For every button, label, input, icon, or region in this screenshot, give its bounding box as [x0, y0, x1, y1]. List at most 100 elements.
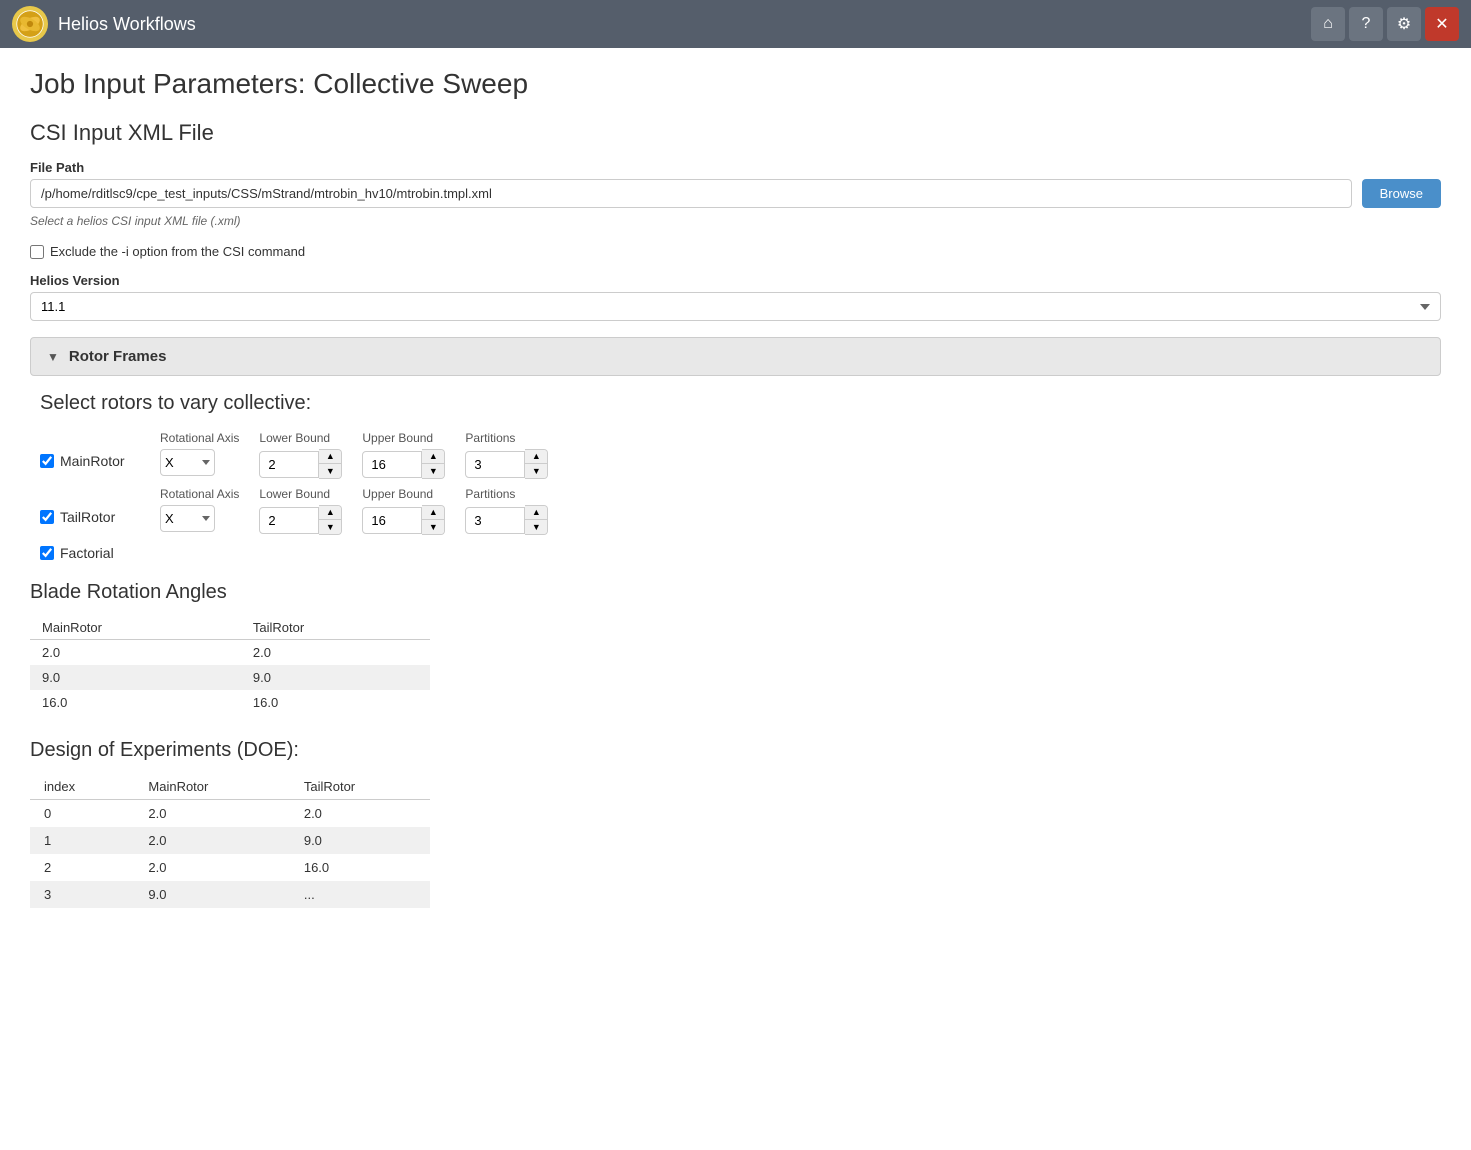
- factorial-checkbox[interactable]: [40, 546, 54, 560]
- tailrotor-lower-spinbox: ▲ ▼: [259, 505, 342, 535]
- page-content: Job Input Parameters: Collective Sweep C…: [0, 48, 1471, 928]
- exclude-checkbox-label: Exclude the -i option from the CSI comma…: [50, 244, 305, 259]
- table-row: 1: [30, 827, 134, 854]
- table-row: 16.0: [30, 690, 241, 715]
- mainrotor-label: MainRotor: [60, 453, 125, 469]
- mainrotor-partitions-group: Partitions ▲ ▼: [465, 431, 548, 479]
- tailrotor-lower-down-btn[interactable]: ▼: [319, 520, 341, 534]
- tailrotor-partitions-input[interactable]: [465, 507, 525, 534]
- tailrotor-partitions-spin-btns: ▲ ▼: [525, 505, 548, 535]
- helios-version-label: Helios Version: [30, 273, 1441, 288]
- tailrotor-checkbox[interactable]: [40, 510, 54, 524]
- doe-table: index MainRotor TailRotor 02.02.012.09.0…: [30, 774, 430, 908]
- doe-col-tailrotor: TailRotor: [290, 774, 430, 800]
- mainrotor-axis-select[interactable]: XYZ: [160, 449, 215, 476]
- topnav-icon-group: ⌂ ? ⚙ ✕: [1311, 7, 1459, 41]
- mainrotor-partitions-spin-btns: ▲ ▼: [525, 449, 548, 479]
- mainrotor-partitions-input[interactable]: [465, 451, 525, 478]
- tailrotor-lower-input[interactable]: [259, 507, 319, 534]
- tailrotor-lower-spin-btns: ▲ ▼: [319, 505, 342, 535]
- browse-button[interactable]: Browse: [1362, 179, 1441, 208]
- tailrotor-row: TailRotor Rotational Axis XYZ Lower Boun…: [40, 487, 1431, 535]
- rotor-frames-label: Rotor Frames: [69, 348, 167, 365]
- settings-icon: ⚙: [1397, 14, 1411, 34]
- factorial-row: Factorial: [40, 545, 1431, 561]
- table-row: 0: [30, 800, 134, 828]
- mainrotor-lower-input[interactable]: [259, 451, 319, 478]
- app-title: Helios Workflows: [58, 14, 1311, 35]
- settings-button[interactable]: ⚙: [1387, 7, 1421, 41]
- table-row: 2.0: [30, 640, 241, 666]
- tailrotor-partitions-down-btn[interactable]: ▼: [525, 520, 547, 534]
- mainrotor-lower-up-btn[interactable]: ▲: [319, 450, 341, 464]
- tailrotor-upper-up-btn[interactable]: ▲: [422, 506, 444, 520]
- mainrotor-partitions-up-btn[interactable]: ▲: [525, 450, 547, 464]
- file-path-row: Browse: [30, 179, 1441, 208]
- helios-version-wrapper: 11.1 11.0 10.9: [30, 292, 1441, 321]
- mainrotor-axis-label: Rotational Axis: [160, 431, 239, 445]
- mainrotor-upper-up-btn[interactable]: ▲: [422, 450, 444, 464]
- mainrotor-lower-label: Lower Bound: [259, 431, 342, 445]
- page-title: Job Input Parameters: Collective Sweep: [30, 68, 1441, 100]
- tailrotor-label: TailRotor: [60, 509, 115, 525]
- mainrotor-upper-group: Upper Bound ▲ ▼: [362, 431, 445, 479]
- mainrotor-row: MainRotor Rotational Axis XYZ Lower Boun…: [40, 431, 1431, 479]
- tailrotor-upper-spinbox: ▲ ▼: [362, 505, 445, 535]
- home-icon: ⌂: [1323, 15, 1333, 33]
- file-path-label: File Path: [30, 160, 1441, 175]
- csi-section-title: CSI Input XML File: [30, 120, 1441, 146]
- helios-version-select[interactable]: 11.1 11.0 10.9: [30, 292, 1441, 321]
- doe-section: Design of Experiments (DOE): index MainR…: [30, 739, 1441, 908]
- tailrotor-upper-down-btn[interactable]: ▼: [422, 520, 444, 534]
- mainrotor-upper-spinbox: ▲ ▼: [362, 449, 445, 479]
- file-path-hint: Select a helios CSI input XML file (.xml…: [30, 214, 1441, 228]
- table-row: 16.0: [290, 854, 430, 881]
- mainrotor-lower-spinbox: ▲ ▼: [259, 449, 342, 479]
- table-row: 9.0: [134, 881, 289, 908]
- mainrotor-axis-group: Rotational Axis XYZ: [160, 431, 239, 476]
- close-button[interactable]: ✕: [1425, 7, 1459, 41]
- tailrotor-upper-group: Upper Bound ▲ ▼: [362, 487, 445, 535]
- tailrotor-partitions-group: Partitions ▲ ▼: [465, 487, 548, 535]
- table-row: 16.0: [241, 690, 430, 715]
- factorial-label: Factorial: [60, 545, 114, 561]
- mainrotor-partitions-spinbox: ▲ ▼: [465, 449, 548, 479]
- tailrotor-partitions-up-btn[interactable]: ▲: [525, 506, 547, 520]
- blade-angles-table: MainRotor TailRotor 2.02.09.09.016.016.0: [30, 616, 430, 715]
- table-row: 9.0: [30, 665, 241, 690]
- tailrotor-axis-select[interactable]: XYZ: [160, 505, 215, 532]
- tailrotor-lower-label: Lower Bound: [259, 487, 342, 501]
- mainrotor-upper-spin-btns: ▲ ▼: [422, 449, 445, 479]
- file-path-section: File Path Browse Select a helios CSI inp…: [30, 160, 1441, 228]
- tailrotor-upper-input[interactable]: [362, 507, 422, 534]
- doe-col-mainrotor: MainRotor: [134, 774, 289, 800]
- home-button[interactable]: ⌂: [1311, 7, 1345, 41]
- mainrotor-partitions-label: Partitions: [465, 431, 548, 445]
- file-path-input[interactable]: [30, 179, 1352, 208]
- tailrotor-upper-spin-btns: ▲ ▼: [422, 505, 445, 535]
- mainrotor-upper-input[interactable]: [362, 451, 422, 478]
- exclude-checkbox[interactable]: [30, 245, 44, 259]
- tailrotor-axis-label: Rotational Axis: [160, 487, 239, 501]
- doe-title: Design of Experiments (DOE):: [30, 739, 1441, 762]
- blade-angles-section: Blade Rotation Angles MainRotor TailRoto…: [30, 581, 1441, 715]
- mainrotor-partitions-down-btn[interactable]: ▼: [525, 464, 547, 478]
- mainrotor-lower-group: Lower Bound ▲ ▼: [259, 431, 342, 479]
- tailrotor-lower-up-btn[interactable]: ▲: [319, 506, 341, 520]
- mainrotor-lower-down-btn[interactable]: ▼: [319, 464, 341, 478]
- help-button[interactable]: ?: [1349, 7, 1383, 41]
- mainrotor-name: MainRotor: [40, 431, 140, 469]
- table-row: 2.0: [134, 827, 289, 854]
- mainrotor-checkbox[interactable]: [40, 454, 54, 468]
- rotor-section: Select rotors to vary collective: MainRo…: [30, 392, 1441, 561]
- tailrotor-partitions-label: Partitions: [465, 487, 548, 501]
- tailrotor-lower-group: Lower Bound ▲ ▼: [259, 487, 342, 535]
- table-row: 2.0: [134, 800, 289, 828]
- tailrotor-axis-group: Rotational Axis XYZ: [160, 487, 239, 532]
- mainrotor-upper-down-btn[interactable]: ▼: [422, 464, 444, 478]
- collapse-arrow-icon: ▼: [47, 350, 59, 364]
- table-row: 2.0: [241, 640, 430, 666]
- blade-angles-title: Blade Rotation Angles: [30, 581, 1441, 604]
- rotor-frames-header[interactable]: ▼ Rotor Frames: [30, 337, 1441, 376]
- table-row: 9.0: [290, 827, 430, 854]
